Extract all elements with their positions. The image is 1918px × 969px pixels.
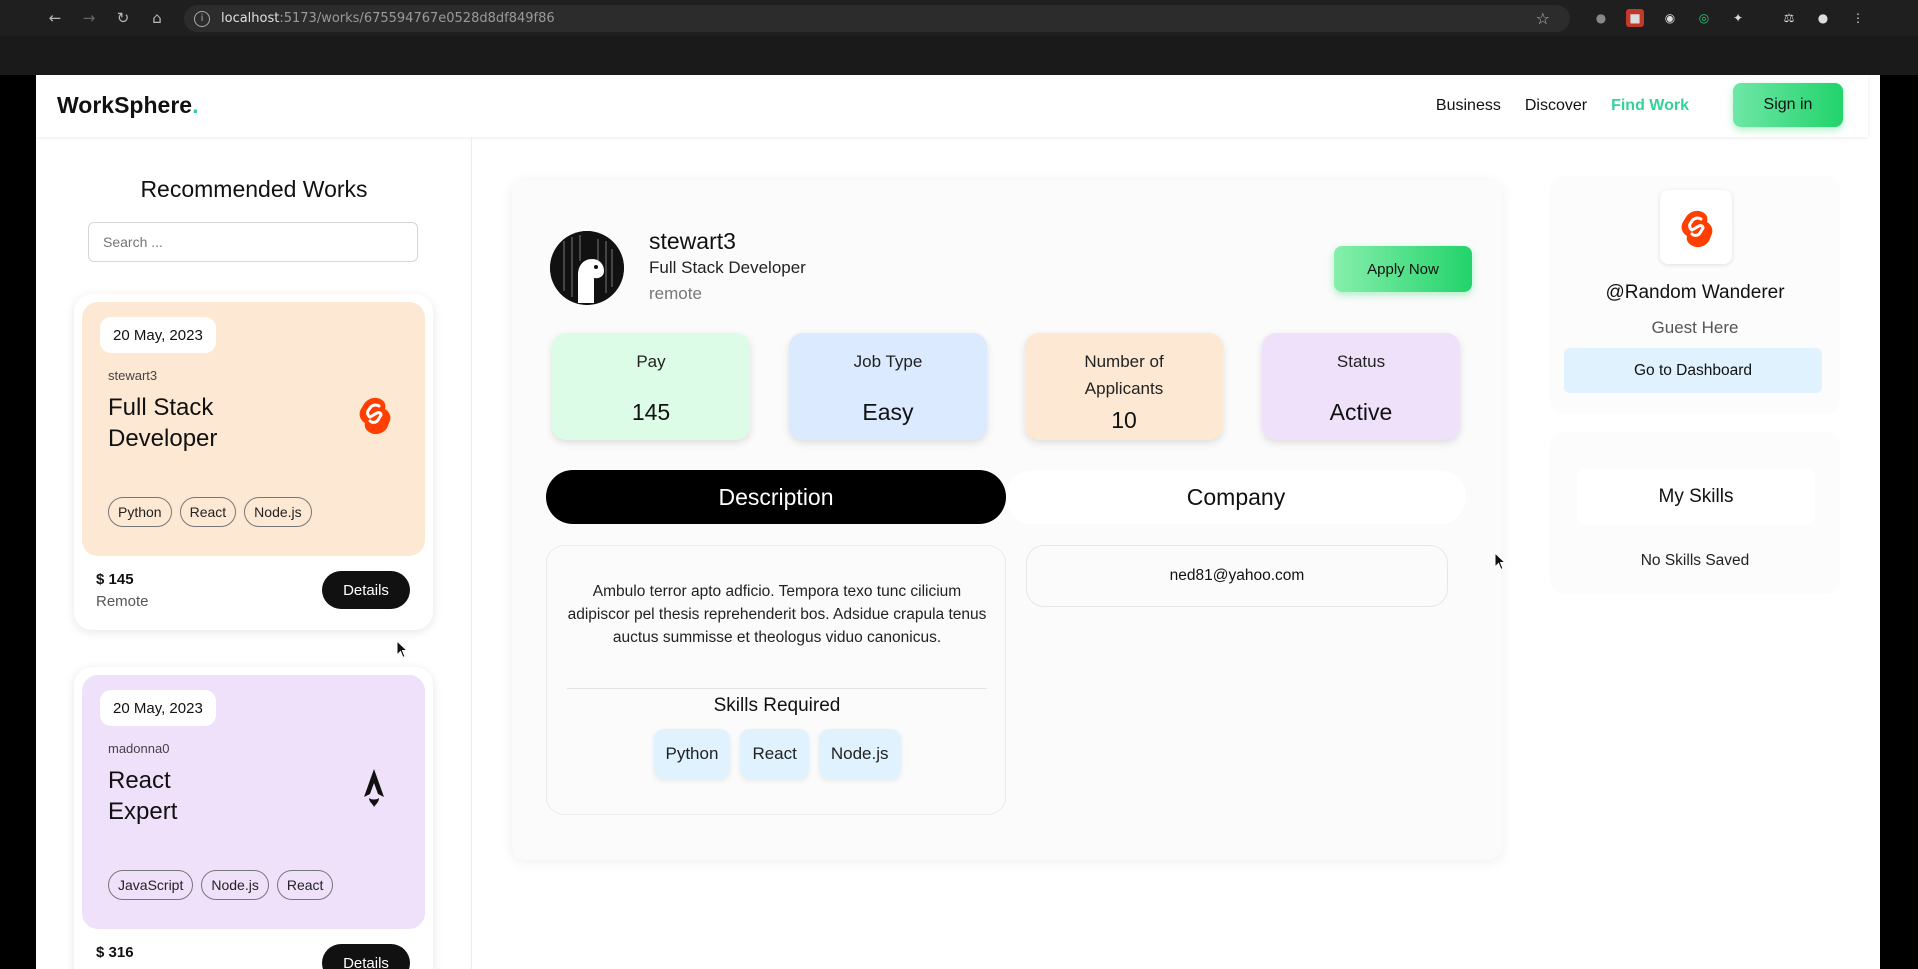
tag[interactable]: Python: [108, 497, 172, 527]
tag[interactable]: React: [179, 497, 237, 527]
tab-description[interactable]: Description: [546, 470, 1006, 524]
work-card[interactable]: 20 May, 2023 stewart3 Full Stack Develop…: [74, 294, 433, 630]
astro-logo-icon: [352, 765, 396, 809]
job-location: remote: [649, 284, 702, 303]
divider: [567, 688, 987, 689]
svelte-logo-icon: [352, 392, 396, 436]
work-date: 20 May, 2023: [100, 317, 216, 353]
extensions-puzzle-icon[interactable]: ✦: [1729, 9, 1747, 27]
tab-company[interactable]: Company: [1006, 470, 1466, 524]
details-button[interactable]: Details: [322, 944, 410, 969]
profile-subtitle: Guest Here: [1651, 318, 1739, 337]
stat-label: Job Type: [853, 352, 923, 371]
apply-now-button[interactable]: Apply Now: [1334, 246, 1472, 292]
stat-label: Status: [1336, 352, 1386, 371]
nav-business[interactable]: Business: [1436, 97, 1501, 115]
back-icon[interactable]: ←: [38, 0, 72, 36]
stat-value: Active: [1329, 399, 1393, 425]
extension-icon[interactable]: ◉: [1661, 9, 1679, 27]
mouse-cursor-icon: [396, 640, 409, 659]
recommended-works-panel: Recommended Works 20 May, 2023 stewart3 …: [36, 137, 472, 969]
company-email: ned81@yahoo.com: [1026, 545, 1448, 607]
reload-icon[interactable]: ↻: [106, 0, 140, 36]
forward-icon[interactable]: →: [72, 0, 106, 36]
stat-job-type: Job Type Easy: [789, 333, 987, 440]
main-nav: Business Discover Find Work: [1436, 75, 1689, 137]
url-host: localhost: [221, 11, 280, 26]
profile-icon[interactable]: ●: [1814, 9, 1832, 27]
work-pay: $ 316: [96, 944, 134, 961]
search-input[interactable]: [88, 222, 418, 262]
work-date: 20 May, 2023: [100, 690, 216, 726]
details-button[interactable]: Details: [322, 571, 410, 609]
avatar: [550, 231, 624, 305]
extension-icon[interactable]: ●: [1592, 9, 1610, 27]
profile-handle: @Random Wanderer: [1605, 282, 1785, 303]
url-text: localhost:5173/works/675594767e0528d8df8…: [221, 11, 555, 26]
bookmark-star-icon[interactable]: ☆: [1536, 9, 1550, 28]
work-card-body: 20 May, 2023 madonna0 React Expert JavaS…: [82, 675, 425, 929]
page-viewport: WorkSphere. Business Discover Find Work …: [36, 75, 1880, 969]
work-user: madonna0: [108, 741, 170, 756]
skills-required-title: Skills Required: [713, 695, 841, 716]
home-icon[interactable]: ⌂: [140, 0, 174, 36]
go-to-dashboard-button[interactable]: Go to Dashboard: [1564, 348, 1822, 393]
description-panel: Ambulo terror apto adficio. Tempora texo…: [546, 545, 1006, 815]
logo-text: WorkSphere: [57, 92, 193, 118]
work-card[interactable]: 20 May, 2023 madonna0 React Expert JavaS…: [74, 667, 433, 969]
labs-flask-icon[interactable]: ⚖: [1780, 9, 1798, 27]
stat-value: Easy: [862, 399, 914, 425]
url-path: :5173/works/675594767e0528d8df849f86: [279, 11, 555, 26]
tag[interactable]: Node.js: [201, 870, 269, 900]
bookmarks-bar: [0, 36, 1918, 75]
job-role: Full Stack Developer: [649, 258, 806, 277]
skill-pill: React: [740, 729, 809, 779]
tag[interactable]: JavaScript: [108, 870, 194, 900]
mouse-cursor-icon: [1494, 552, 1507, 571]
stat-value: 10: [1111, 407, 1137, 433]
no-skills-text: No Skills Saved: [1640, 552, 1750, 569]
work-title: Full Stack Developer: [108, 394, 218, 452]
skills-required-list: Python React Node.js: [547, 729, 1007, 779]
site-logo[interactable]: WorkSphere.: [57, 92, 198, 119]
logo-dot: .: [192, 92, 199, 118]
work-title: React Expert: [108, 767, 178, 825]
svelte-logo-icon: [1660, 190, 1732, 264]
work-user: stewart3: [108, 368, 158, 383]
site-info-icon[interactable]: i: [194, 10, 210, 27]
extension-icon[interactable]: ◎: [1695, 9, 1713, 27]
browser-toolbar: ← → ↻ ⌂ i localhost:5173/works/675594767…: [0, 0, 1918, 36]
work-tags: Python React Node.js: [108, 497, 312, 527]
work-card-body: 20 May, 2023 stewart3 Full Stack Develop…: [82, 302, 425, 556]
sign-in-button[interactable]: Sign in: [1733, 83, 1843, 127]
stat-applicants: Number of Applicants 10: [1025, 333, 1223, 440]
extension-icon[interactable]: ■: [1626, 9, 1644, 27]
tag[interactable]: React: [276, 870, 334, 900]
description-text: Ambulo terror apto adficio. Tempora texo…: [567, 583, 987, 646]
skill-pill: Python: [653, 729, 731, 779]
skill-pill: Node.js: [818, 729, 901, 779]
stat-label: Pay: [636, 352, 666, 371]
site-header: WorkSphere. Business Discover Find Work …: [36, 75, 1868, 137]
menu-kebab-icon[interactable]: ⋮: [1849, 9, 1867, 27]
stat-value: 145: [631, 399, 671, 425]
nav-discover[interactable]: Discover: [1525, 97, 1587, 115]
stat-status: Status Active: [1262, 333, 1460, 440]
work-tags: JavaScript Node.js React: [108, 870, 334, 900]
poster-name: stewart3: [649, 228, 736, 254]
job-detail-card: stewart3 Full Stack Developer remote App…: [512, 180, 1502, 860]
tag[interactable]: Node.js: [244, 497, 312, 527]
stat-label: Number of Applicants: [1084, 352, 1164, 398]
address-bar[interactable]: i localhost:5173/works/675594767e0528d8d…: [184, 5, 1570, 32]
recommended-works-title: Recommended Works: [140, 176, 368, 202]
my-skills-card: My Skills No Skills Saved: [1550, 432, 1840, 594]
profile-card: @Random Wanderer Guest Here Go to Dashbo…: [1550, 176, 1840, 414]
work-location: Remote: [96, 593, 149, 610]
nav-find-work[interactable]: Find Work: [1611, 97, 1689, 115]
my-skills-title: My Skills: [1577, 469, 1815, 525]
stat-pay: Pay 145: [552, 333, 750, 440]
work-pay: $ 145: [96, 571, 134, 588]
